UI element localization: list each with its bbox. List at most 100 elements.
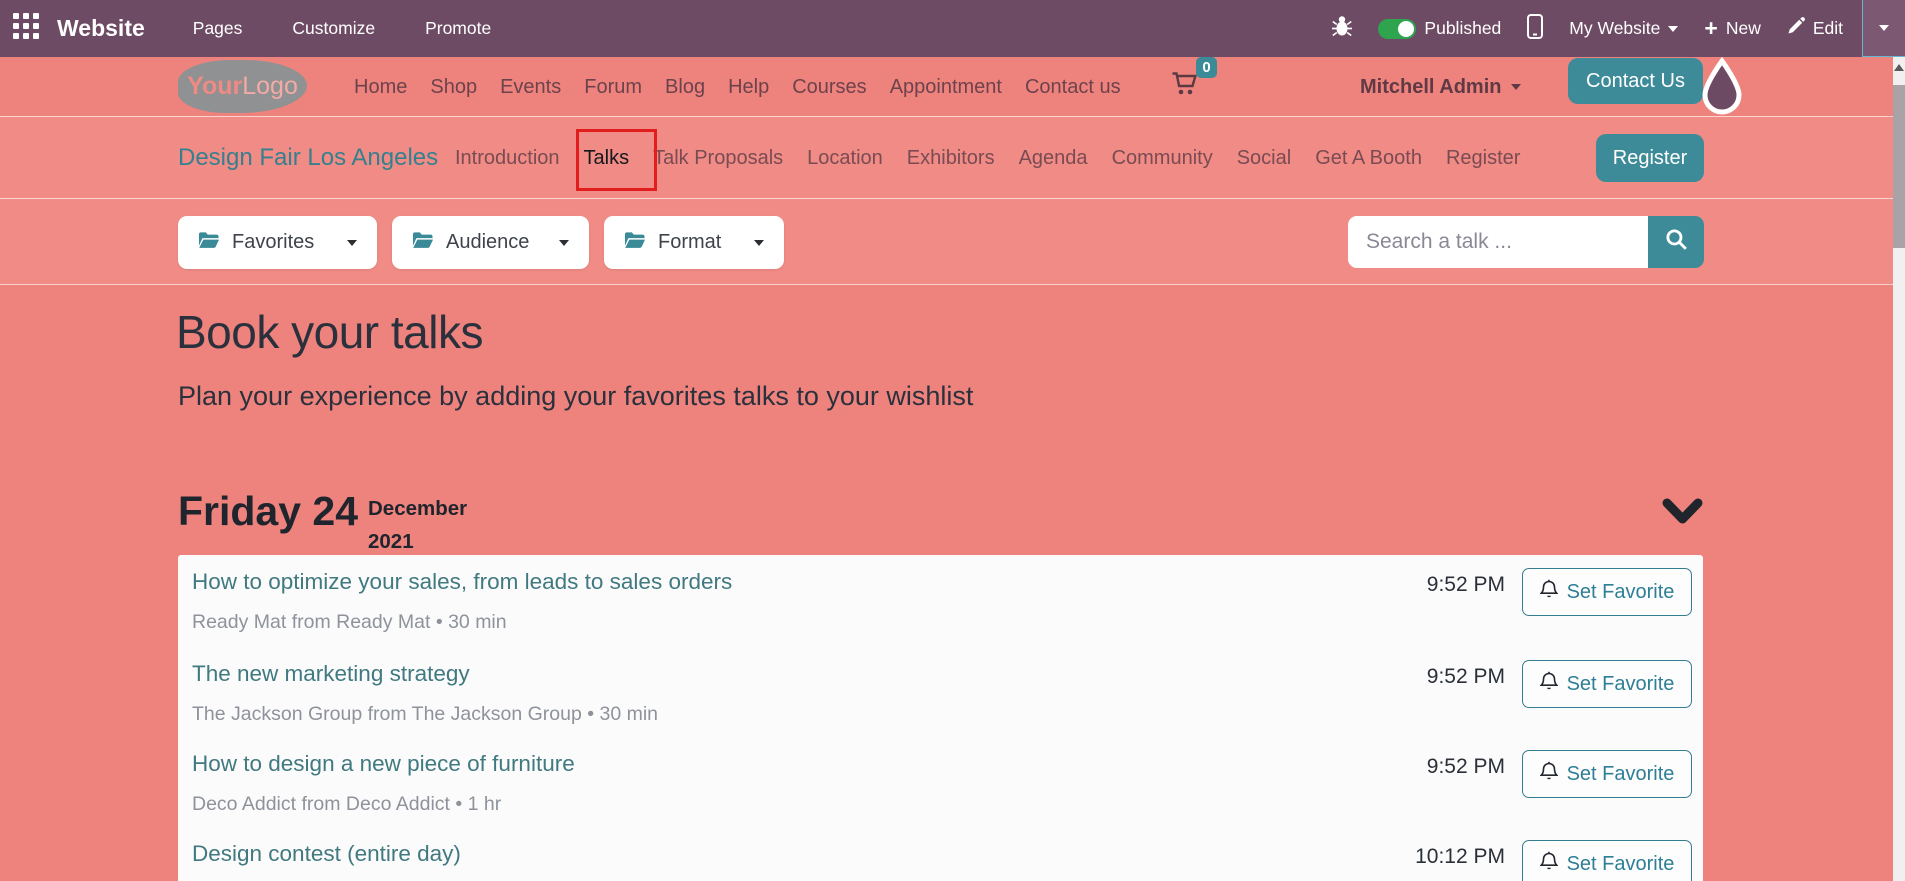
folder-open-icon — [198, 231, 219, 254]
nav-shop[interactable]: Shop — [430, 76, 477, 99]
scroll-up-arrow[interactable] — [1894, 64, 1904, 71]
caret-down-icon — [754, 239, 764, 246]
edit-button[interactable]: Edit — [1787, 17, 1843, 40]
toggle-knob — [1398, 20, 1415, 37]
day-header-month-year: December 2021 — [368, 492, 467, 558]
main-content: Book your talks Plan your experience by … — [0, 285, 1905, 881]
nav-appointment[interactable]: Appointment — [890, 76, 1002, 99]
website-switcher[interactable]: My Website — [1569, 18, 1679, 39]
app-title[interactable]: Website — [57, 15, 145, 42]
pencil-icon — [1787, 17, 1805, 40]
talk-title-link[interactable]: Design contest (entire day) — [192, 840, 660, 868]
favorites-label: Favorites — [232, 231, 315, 253]
nav-home[interactable]: Home — [354, 76, 407, 99]
admin-menu: Pages Customize Promote — [193, 18, 491, 39]
talk-meta: The Jackson Group from The Jackson Group… — [192, 703, 659, 725]
nav-events[interactable]: Events — [500, 76, 561, 99]
site-nav: Home Shop Events Forum Blog Help Courses… — [354, 57, 1121, 117]
systray-more-dropdown[interactable] — [1862, 0, 1905, 57]
talk-actions: 9:52 PM Set Favorite — [1427, 568, 1692, 616]
drop-shape-icon — [1699, 56, 1745, 121]
chevron-down-icon — [1662, 498, 1703, 532]
event-nav-exhibitors[interactable]: Exhibitors — [907, 147, 995, 170]
event-nav-bar: Design Fair Los Angeles Introduction Tal… — [0, 117, 1905, 199]
event-nav-social[interactable]: Social — [1237, 147, 1291, 170]
set-favorite-label: Set Favorite — [1566, 672, 1675, 695]
bug-icon[interactable] — [1332, 15, 1353, 42]
year-label: 2021 — [368, 530, 414, 553]
vertical-scrollbar — [1893, 57, 1905, 881]
mobile-preview-icon[interactable] — [1527, 13, 1544, 44]
published-toggle[interactable] — [1378, 18, 1417, 39]
event-nav-community[interactable]: Community — [1112, 147, 1213, 170]
search-talk-input[interactable] — [1348, 216, 1648, 268]
event-nav-introduction[interactable]: Introduction — [455, 147, 560, 170]
menu-customize[interactable]: Customize — [292, 18, 375, 39]
audience-label: Audience — [446, 231, 530, 253]
apps-menu-button[interactable] — [13, 13, 39, 44]
nav-contact-us[interactable]: Contact us — [1025, 76, 1121, 99]
logo-text-logo: Logo — [242, 72, 298, 100]
event-nav-talks[interactable]: Talks — [584, 147, 630, 170]
nav-help[interactable]: Help — [728, 76, 769, 99]
user-menu[interactable]: Mitchell Admin — [1360, 57, 1522, 117]
caret-down-icon — [1668, 25, 1679, 32]
contact-us-button[interactable]: Contact Us — [1568, 58, 1703, 104]
register-button[interactable]: Register — [1596, 134, 1704, 182]
search-button[interactable] — [1648, 216, 1704, 268]
talk-title-link[interactable]: The new marketing strategy — [192, 660, 658, 688]
talk-actions: 10:12 PM Set Favorite — [1415, 840, 1692, 881]
audience-dropdown[interactable]: Audience — [392, 216, 589, 269]
site-logo[interactable]: Your Logo — [178, 60, 307, 113]
talk-info: How to design a new piece of furniture D… — [192, 750, 575, 816]
folder-open-icon — [412, 231, 433, 254]
set-favorite-button[interactable]: Set Favorite — [1522, 660, 1692, 708]
cart-button[interactable] — [1171, 71, 1198, 101]
event-menu: Introduction Talks Talk Proposals Locati… — [455, 117, 1520, 199]
event-nav-location[interactable]: Location — [807, 147, 883, 170]
bell-icon — [1538, 579, 1559, 606]
caret-down-icon — [1511, 84, 1522, 90]
nav-blog[interactable]: Blog — [665, 76, 705, 99]
talks-filter-bar: Favorites Audience Format — [0, 199, 1905, 285]
caret-down-icon — [1879, 25, 1889, 31]
caret-down-icon — [347, 239, 357, 246]
scrollbar-thumb[interactable] — [1893, 85, 1905, 248]
talk-time: 10:12 PM — [1415, 845, 1505, 868]
published-label: Published — [1424, 18, 1502, 38]
event-name-link[interactable]: Design Fair Los Angeles — [178, 117, 438, 199]
website-header: Your Logo Home Shop Events Forum Blog Hel… — [0, 56, 1905, 117]
talk-title-link[interactable]: How to design a new piece of furniture — [192, 750, 575, 778]
nav-courses[interactable]: Courses — [792, 76, 866, 99]
format-dropdown[interactable]: Format — [604, 216, 784, 269]
set-favorite-button[interactable]: Set Favorite — [1522, 750, 1692, 798]
talk-row: The new marketing strategy The Jackson G… — [192, 660, 1692, 726]
set-favorite-button[interactable]: Set Favorite — [1522, 840, 1692, 881]
event-nav-register[interactable]: Register — [1446, 147, 1520, 170]
day-header: Friday 24 — [178, 488, 359, 534]
admin-top-bar: Website Pages Customize Promote Publishe… — [0, 0, 1905, 57]
talk-time: 9:52 PM — [1426, 665, 1505, 688]
new-button[interactable]: + New — [1704, 17, 1760, 40]
favorites-dropdown[interactable]: Favorites — [178, 216, 377, 269]
menu-pages[interactable]: Pages — [193, 18, 243, 39]
event-nav-get-a-booth[interactable]: Get A Booth — [1315, 147, 1422, 170]
talk-title-link[interactable]: How to optimize your sales, from leads t… — [192, 568, 732, 596]
event-nav-agenda[interactable]: Agenda — [1019, 147, 1088, 170]
nav-forum[interactable]: Forum — [584, 76, 642, 99]
set-favorite-button[interactable]: Set Favorite — [1522, 568, 1692, 616]
event-nav-talk-proposals[interactable]: Talk Proposals — [653, 147, 783, 170]
month-label: December — [368, 497, 468, 520]
apps-grid-icon — [13, 13, 39, 44]
talk-meta: Ready Mat from Ready Mat • 30 min — [192, 611, 507, 633]
menu-promote[interactable]: Promote — [425, 18, 491, 39]
set-favorite-label: Set Favorite — [1566, 852, 1675, 875]
user-name: Mitchell Admin — [1360, 75, 1502, 98]
collapse-day-button[interactable] — [1662, 497, 1703, 533]
cart-icon — [1171, 72, 1198, 100]
magnifier-icon — [1664, 227, 1689, 258]
systray: Published My Website + New Edit — [1332, 13, 1843, 44]
page-title: Book your talks — [176, 306, 483, 358]
logo-text-your: Your — [187, 72, 243, 100]
plus-icon: + — [1704, 15, 1718, 41]
